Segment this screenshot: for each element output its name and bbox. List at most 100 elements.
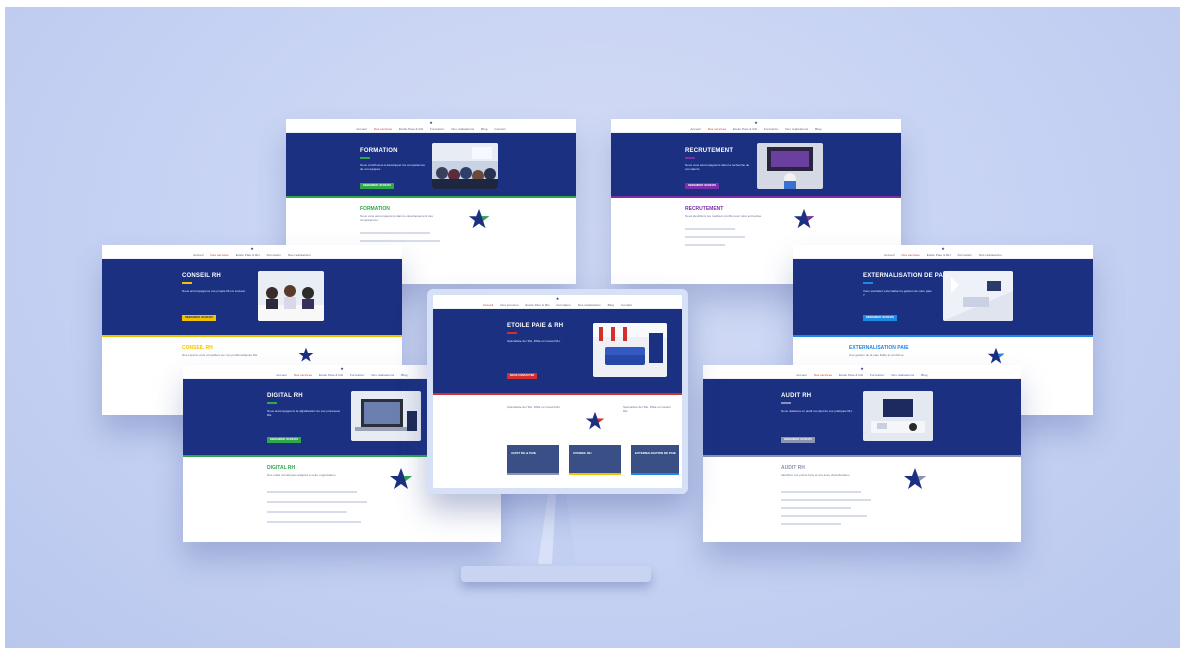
- quote-button[interactable]: DEMANDER UN DEVIS: [781, 437, 815, 443]
- site-nav: ★ Accueil Nos services Etoile Paie & RH …: [286, 119, 576, 133]
- nav-item[interactable]: Etoile Paie & RH: [839, 373, 863, 377]
- nav-item[interactable]: Nos réalisations: [578, 303, 601, 307]
- hero-section: ETOILE PAIE & RH Spécialiste de l'RH, PA…: [433, 309, 682, 393]
- nav-item[interactable]: Accueil: [356, 127, 366, 131]
- nav-item[interactable]: Nos services: [374, 127, 392, 131]
- hero-title: DIGITAL RH: [267, 393, 303, 399]
- nav-item[interactable]: Formation: [556, 303, 570, 307]
- bullet-line: [267, 511, 347, 513]
- screen-home: ★ Accueil Nos services Etoile Paie & RH …: [433, 295, 682, 488]
- hero-section: AUDIT RH Nous réalisons un audit complet…: [703, 379, 1021, 455]
- quote-button[interactable]: DEMANDER UN DEVIS: [863, 315, 897, 321]
- nav-item[interactable]: Formation: [350, 373, 364, 377]
- nav-item[interactable]: Blog: [815, 127, 821, 131]
- nav-item[interactable]: Etoile Paie & RH: [526, 303, 550, 307]
- bullet-line: [685, 228, 735, 230]
- nav-item[interactable]: Formation: [764, 127, 778, 131]
- nav-item[interactable]: Formation: [430, 127, 444, 131]
- quote-button[interactable]: DEMANDER UN DEVIS: [360, 183, 394, 189]
- contact-button[interactable]: NOUS CONTACTER: [507, 373, 538, 379]
- title-underline: [781, 402, 791, 404]
- hero-section: FORMATION Nous contribuons à développer …: [286, 133, 576, 196]
- quote-button[interactable]: DEMANDER UN DEVIS: [182, 315, 216, 321]
- nav-item[interactable]: Nos services: [814, 373, 832, 377]
- nav-item[interactable]: Etoile Paie & RH: [319, 373, 343, 377]
- hero-photo: [863, 391, 933, 441]
- content-section: AUDIT RH Identifiez vos points forts et …: [703, 457, 1021, 542]
- screen-audit: ★ Accueil Nos services Etoile Paie & RH …: [703, 365, 1021, 542]
- hero-photo: [757, 143, 823, 189]
- nav-item[interactable]: Accueil: [796, 373, 806, 377]
- nav-item[interactable]: Blog: [608, 303, 614, 307]
- nav-item[interactable]: Accueil: [483, 303, 493, 307]
- section-title: RECRUTEMENT: [685, 206, 724, 212]
- nav-item[interactable]: Etoile Paie & RH: [927, 253, 951, 257]
- nav-item[interactable]: Nos réalisations: [785, 127, 808, 131]
- brand-star-icon: [904, 468, 926, 489]
- card-label: AUDIT RH & PAIE: [511, 451, 536, 455]
- nav-item[interactable]: Formation: [267, 253, 281, 257]
- hero-title: AUDIT RH: [781, 393, 812, 399]
- section-text: Nous vous accompagnons dans le développe…: [360, 214, 433, 222]
- bullet-line: [267, 501, 367, 503]
- section-text: Une gestion de la paie fiable et conform…: [849, 353, 905, 357]
- nav-item[interactable]: Nos services: [294, 373, 312, 377]
- site-nav: ★ Accueil Nos services Etoile Paie & RH …: [793, 245, 1093, 259]
- nav-item[interactable]: Nos services: [500, 303, 518, 307]
- nav-menu: Accueil Nos services Etoile Paie & RH Fo…: [703, 373, 1021, 377]
- hero-section: RECRUTEMENT Nous vous accompagnons dans …: [611, 133, 901, 196]
- nav-item[interactable]: Blog: [401, 373, 407, 377]
- brand-star-icon: [298, 347, 314, 362]
- nav-item[interactable]: Nos services: [901, 253, 919, 257]
- monitor-stand-neck: [538, 494, 576, 564]
- section-title: FORMATION: [360, 206, 390, 212]
- hero-photo: [432, 143, 498, 189]
- hero-text: Vous souhaitez externaliser la gestion d…: [863, 289, 932, 297]
- site-logo: ★: [941, 246, 945, 251]
- title-underline: [863, 282, 873, 284]
- quote-button[interactable]: DEMANDER UN DEVIS: [267, 437, 301, 443]
- site-nav: ★ Accueil Nos services Etoile Paie & RH …: [102, 245, 402, 259]
- nav-item[interactable]: Blog: [921, 373, 927, 377]
- title-underline: [267, 402, 277, 404]
- nav-item[interactable]: Nos réalisations: [891, 373, 914, 377]
- nav-item[interactable]: Etoile Paie & RH: [399, 127, 423, 131]
- intro-left-1: Spécialiste de l'RH, PAIE et Conseil RH.: [507, 405, 561, 409]
- service-card[interactable]: CONSEIL RH: [569, 445, 621, 475]
- monitor: ★ Accueil Nos services Etoile Paie & RH …: [427, 289, 688, 494]
- nav-item[interactable]: Nos réalisations: [371, 373, 394, 377]
- nav-item[interactable]: Formation: [870, 373, 884, 377]
- bullet-line: [360, 232, 430, 234]
- content-section: Spécialiste de l'RH, PAIE et Conseil RH.…: [433, 395, 682, 488]
- hero-text: Spécialiste de l'RH, PAIE et Conseil RH.: [507, 339, 561, 343]
- nav-item[interactable]: Contact: [495, 127, 506, 131]
- nav-item[interactable]: Contact: [621, 303, 632, 307]
- nav-item[interactable]: Accueil: [690, 127, 700, 131]
- nav-item[interactable]: Nos services: [708, 127, 726, 131]
- nav-item[interactable]: Accueil: [276, 373, 286, 377]
- brand-star-icon: [585, 411, 605, 430]
- hero-section: CONSEIL RH Nous accompagnons vos projets…: [102, 259, 402, 335]
- section-title: CONSEIL RH: [182, 345, 213, 351]
- bullet-line: [267, 521, 361, 523]
- nav-item[interactable]: Etoile Paie & RH: [236, 253, 260, 257]
- nav-item[interactable]: Nos réalisations: [288, 253, 311, 257]
- nav-item[interactable]: Formation: [958, 253, 972, 257]
- service-card[interactable]: AUDIT RH & PAIE: [507, 445, 559, 475]
- nav-item[interactable]: Nos réalisations: [451, 127, 474, 131]
- section-text: Des outils numériques adaptés à votre or…: [267, 473, 337, 477]
- nav-item[interactable]: Accueil: [193, 253, 203, 257]
- nav-item[interactable]: Accueil: [884, 253, 894, 257]
- nav-item[interactable]: Blog: [481, 127, 487, 131]
- nav-item[interactable]: Nos services: [210, 253, 228, 257]
- service-card[interactable]: EXTERNALISATION DE PAIE: [631, 445, 679, 475]
- nav-item[interactable]: Etoile Paie & RH: [733, 127, 757, 131]
- nav-item[interactable]: Nos réalisations: [979, 253, 1002, 257]
- quote-button[interactable]: DEMANDER UN DEVIS: [685, 183, 719, 189]
- card-label: CONSEIL RH: [573, 451, 592, 455]
- bullet-line: [685, 244, 725, 246]
- intro-text-left: Spécialiste de l'RH, PAIE et Conseil RH.: [507, 405, 567, 409]
- section-text: Nous identifions les meilleurs profils p…: [685, 214, 763, 218]
- section-title: AUDIT RH: [781, 465, 805, 471]
- title-underline: [360, 157, 370, 159]
